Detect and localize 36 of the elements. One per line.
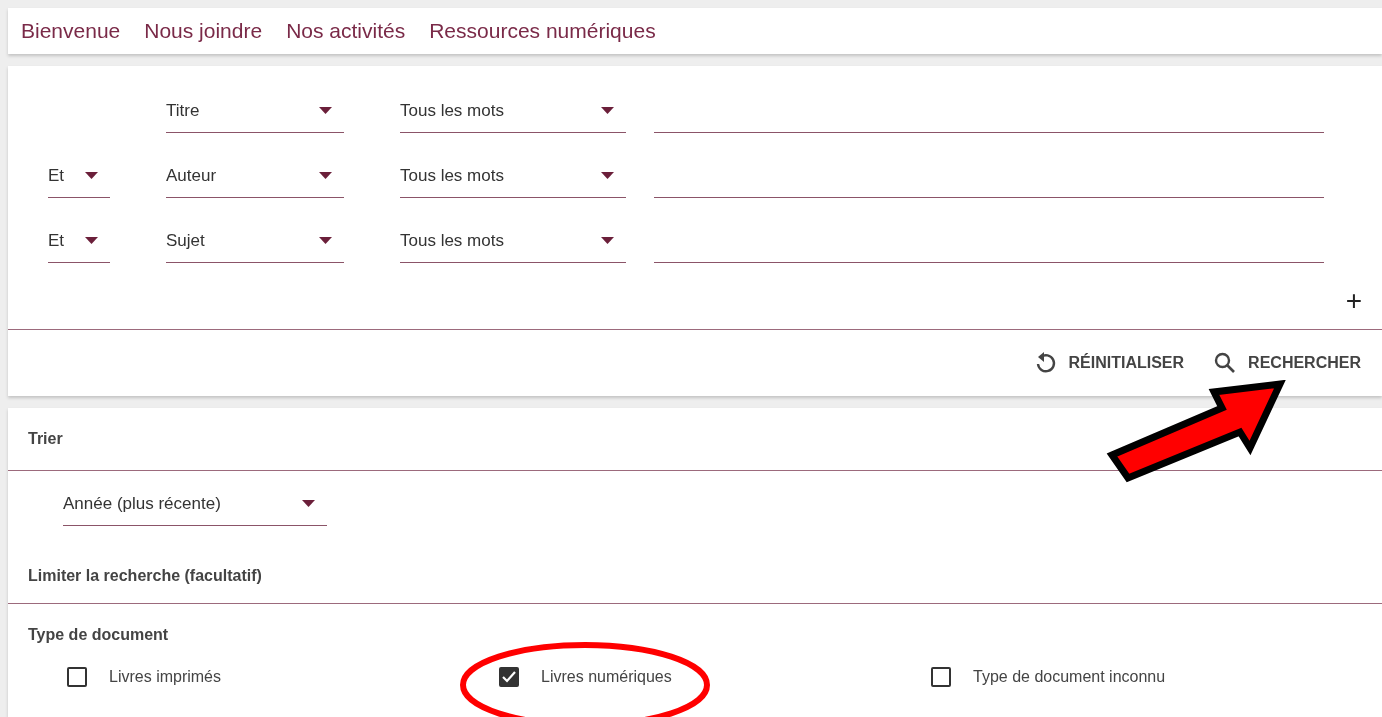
match-dropdown[interactable]: Tous les mots	[400, 219, 626, 263]
nav-link[interactable]: Ressources numériques	[429, 19, 656, 43]
dropdown-arrow-icon	[601, 237, 614, 244]
operator-dropdown[interactable]: Et	[48, 154, 110, 198]
field-dropdown[interactable]: Sujet	[166, 219, 344, 263]
operator-dropdown[interactable]: Et	[48, 219, 110, 263]
dropdown-arrow-icon	[85, 237, 98, 244]
dropdown-arrow-icon	[601, 107, 614, 114]
dropdown-arrow-icon	[319, 237, 332, 244]
dropdown-arrow-icon	[319, 172, 332, 179]
checkbox[interactable]	[499, 667, 519, 687]
checkbox-label: Livres imprimés	[109, 668, 221, 686]
reset-button[interactable]: RÉINITIALISER	[1034, 347, 1185, 379]
section-heading: Limiter la recherche (facultatif)	[27, 567, 262, 584]
field-dropdown[interactable]: Titre	[166, 89, 344, 133]
add-row-button[interactable]: +	[1345, 287, 1362, 315]
checkbox-label: Type de document inconnu	[973, 668, 1166, 686]
checkbox[interactable]	[67, 667, 87, 687]
nav-link[interactable]: Nos activités	[286, 19, 406, 43]
nav-link[interactable]: Nous joindre	[144, 19, 263, 43]
checkbox[interactable]	[931, 667, 951, 687]
dropdown-arrow-icon	[302, 500, 315, 507]
dropdown-arrow-icon	[319, 107, 332, 114]
checkbox-label: Livres numériques	[541, 668, 672, 686]
search-button[interactable]: RECHERCHER	[1214, 348, 1361, 378]
reset-icon	[1034, 351, 1057, 375]
sort-dropdown[interactable]: Année (plus récente)	[63, 482, 327, 526]
field-dropdown[interactable]: Auteur	[166, 154, 344, 198]
match-dropdown[interactable]: Tous les mots	[400, 89, 626, 133]
dropdown-arrow-icon	[85, 172, 98, 179]
group-label: Type de document	[27, 626, 169, 643]
dropdown-arrow-icon	[601, 172, 614, 179]
search-icon	[1214, 352, 1237, 374]
section-heading: Trier	[27, 430, 63, 448]
nav-link[interactable]: Bienvenue	[21, 19, 121, 43]
match-dropdown[interactable]: Tous les mots	[400, 154, 626, 198]
